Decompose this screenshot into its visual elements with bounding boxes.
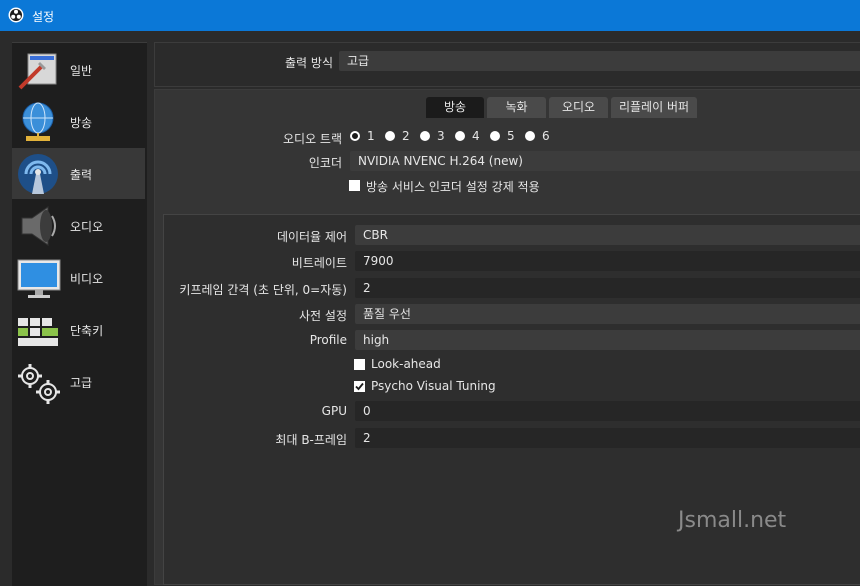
profile-label: Profile — [309, 333, 347, 347]
audio-track-label-3: 3 — [437, 129, 445, 143]
output-mode-label: 출력 방식 — [285, 56, 333, 70]
tab-replay-buffer[interactable]: 리플레이 버퍼 — [611, 97, 697, 118]
sidebar-item-label: 단축키 — [70, 324, 104, 338]
psycho-visual-checkbox[interactable] — [354, 381, 365, 392]
sidebar-item-output[interactable]: 출력 — [12, 148, 145, 199]
audio-track-label-1: 1 — [367, 129, 375, 143]
enforce-encoder-label: 방송 서비스 인코더 설정 강제 적용 — [366, 180, 540, 194]
sidebar-item-label: 비디오 — [70, 272, 104, 286]
obs-logo-icon — [8, 7, 24, 23]
audio-track-radio-5[interactable] — [490, 131, 500, 141]
output-antenna-icon — [18, 154, 58, 194]
checkmark-icon — [355, 382, 364, 391]
audio-track-radio-6[interactable] — [525, 131, 535, 141]
preset-label: 사전 설정 — [299, 309, 347, 323]
audio-track-label: 오디오 트랙 — [282, 132, 342, 146]
sidebar-item-advanced[interactable]: 고급 — [12, 356, 145, 407]
sidebar-item-audio[interactable]: 오디오 — [12, 200, 145, 251]
rate-control-label: 데이터율 제어 — [276, 230, 347, 244]
title-bar: 설정 — [0, 0, 860, 31]
audio-track-label-5: 5 — [507, 129, 515, 143]
enforce-encoder-checkbox[interactable] — [349, 180, 360, 191]
speaker-icon — [21, 206, 56, 246]
audio-track-label-6: 6 — [542, 129, 550, 143]
keyframe-interval-input[interactable]: 2 — [355, 278, 860, 298]
sidebar-item-video[interactable]: 비디오 — [12, 252, 145, 303]
encoder-select[interactable]: NVIDIA NVENC H.264 (new) — [350, 151, 860, 171]
settings-sidebar: 일반 방송 출력 오디오 비디오 단축키 고급 — [12, 42, 147, 586]
rate-control-select[interactable]: CBR — [355, 225, 860, 245]
sidebar-item-label: 고급 — [70, 376, 93, 390]
monitor-icon — [17, 259, 61, 298]
gpu-input[interactable]: 0 — [355, 401, 860, 421]
max-bframes-label: 최대 B-프레임 — [275, 433, 347, 447]
general-settings-icon — [18, 53, 57, 90]
audio-track-radio-4[interactable] — [455, 131, 465, 141]
lookahead-label: Look-ahead — [371, 357, 441, 371]
gears-icon — [18, 364, 60, 404]
psycho-visual-label: Psycho Visual Tuning — [371, 379, 496, 393]
bitrate-label: 비트레이트 — [291, 256, 347, 270]
tab-recording[interactable]: 녹화 — [487, 97, 546, 118]
profile-select[interactable]: high — [355, 330, 860, 350]
lookahead-checkbox[interactable] — [354, 359, 365, 370]
sidebar-item-general[interactable]: 일반 — [12, 44, 145, 95]
output-mode-select[interactable]: 고급 — [339, 51, 860, 71]
max-bframes-input[interactable]: 2 — [355, 428, 860, 448]
encoder-label: 인코더 — [308, 156, 342, 170]
tab-streaming[interactable]: 방송 — [426, 97, 484, 118]
watermark-text: Jsmall.net — [678, 508, 787, 533]
audio-track-radio-1[interactable] — [350, 131, 360, 141]
window-title: 설정 — [32, 10, 55, 24]
audio-track-label-2: 2 — [402, 129, 410, 143]
keyframe-interval-label: 키프레임 간격 (초 단위, 0=자동) — [179, 283, 347, 297]
audio-track-radio-2[interactable] — [385, 131, 395, 141]
audio-track-label-4: 4 — [472, 129, 480, 143]
sidebar-item-label: 방송 — [70, 116, 93, 130]
bitrate-input[interactable]: 7900 — [355, 251, 860, 271]
globe-stream-icon — [22, 102, 54, 141]
sidebar-item-label: 일반 — [70, 64, 93, 78]
tab-audio[interactable]: 오디오 — [549, 97, 608, 118]
preset-select[interactable]: 품질 우선 — [355, 304, 860, 324]
sidebar-item-label: 오디오 — [70, 220, 104, 234]
gpu-label: GPU — [321, 404, 347, 418]
sidebar-item-stream[interactable]: 방송 — [12, 96, 145, 147]
sidebar-item-label: 출력 — [70, 168, 93, 182]
audio-track-radio-3[interactable] — [420, 131, 430, 141]
sidebar-item-hotkeys[interactable]: 단축키 — [12, 304, 145, 355]
keyboard-icon — [18, 318, 58, 346]
